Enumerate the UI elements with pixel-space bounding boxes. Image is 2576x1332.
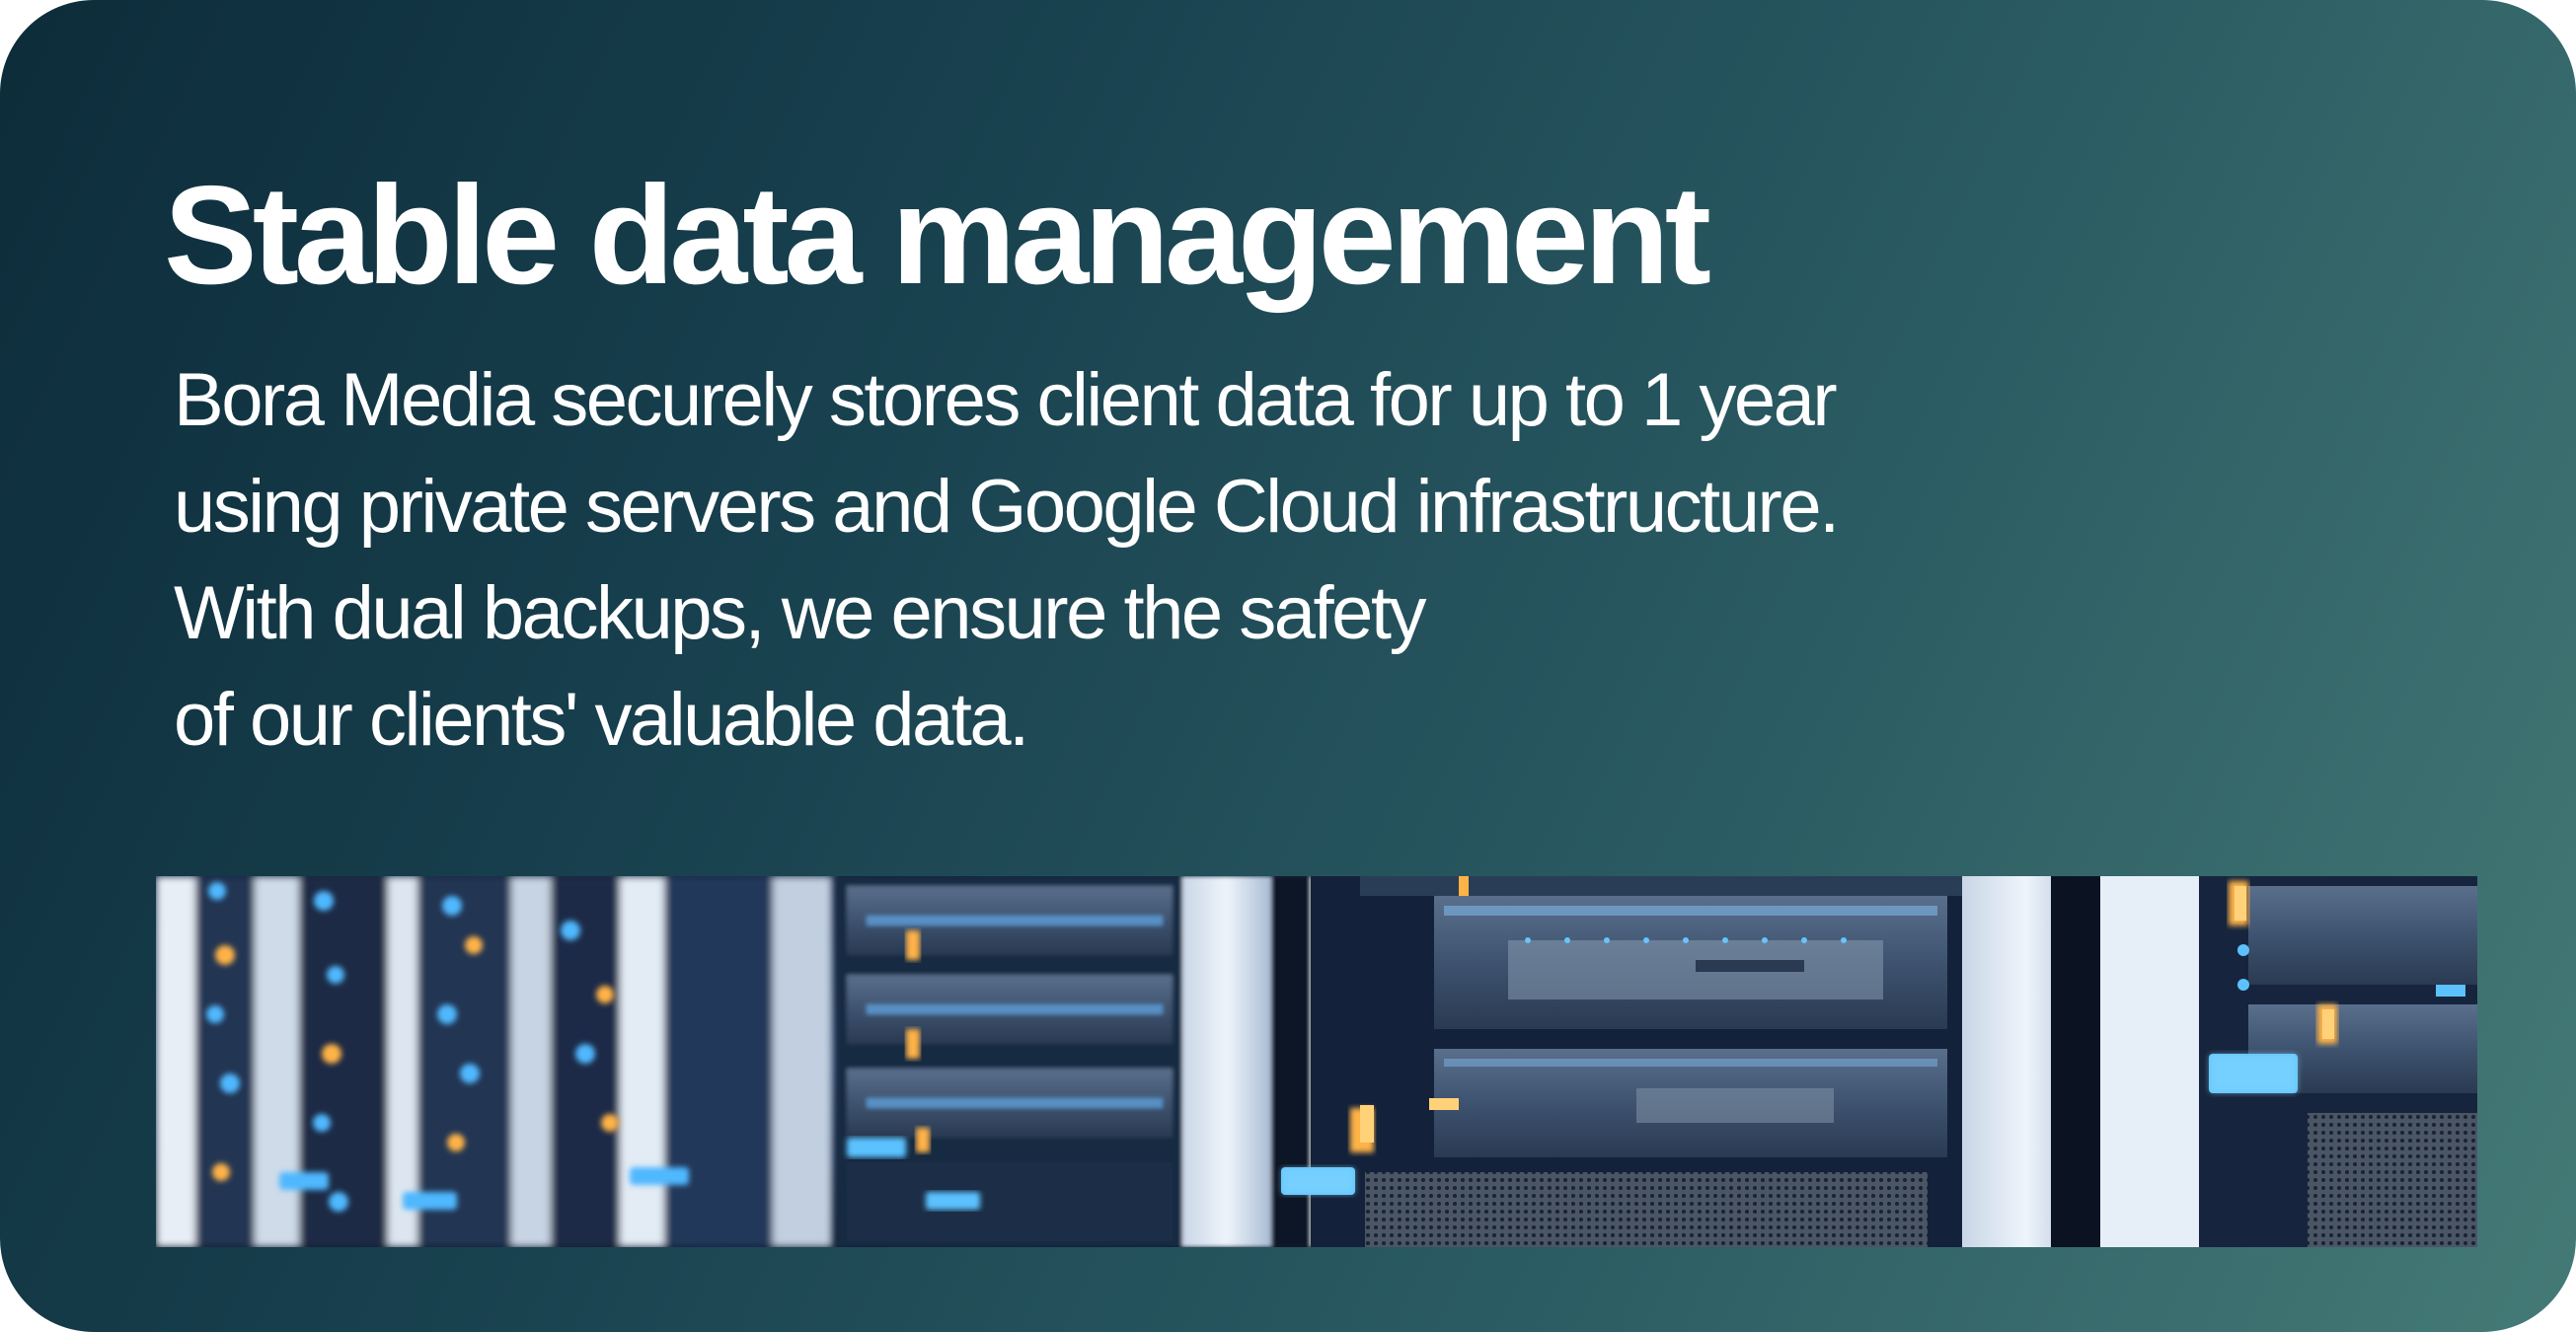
server-rack-image xyxy=(156,876,2477,1247)
description-line: using private servers and Google Cloud i… xyxy=(174,465,1840,549)
description-line: of our clients' valuable data. xyxy=(174,678,1029,762)
card-description: Bora Media securely stores client data f… xyxy=(174,347,1840,774)
feature-card: Stable data management Bora Media secure… xyxy=(0,0,2576,1332)
description-line: Bora Media securely stores client data f… xyxy=(174,358,1838,442)
description-line: With dual backups, we ensure the safety xyxy=(174,571,1427,655)
card-title: Stable data management xyxy=(164,157,1711,314)
server-rack-illustration xyxy=(156,876,2477,1247)
